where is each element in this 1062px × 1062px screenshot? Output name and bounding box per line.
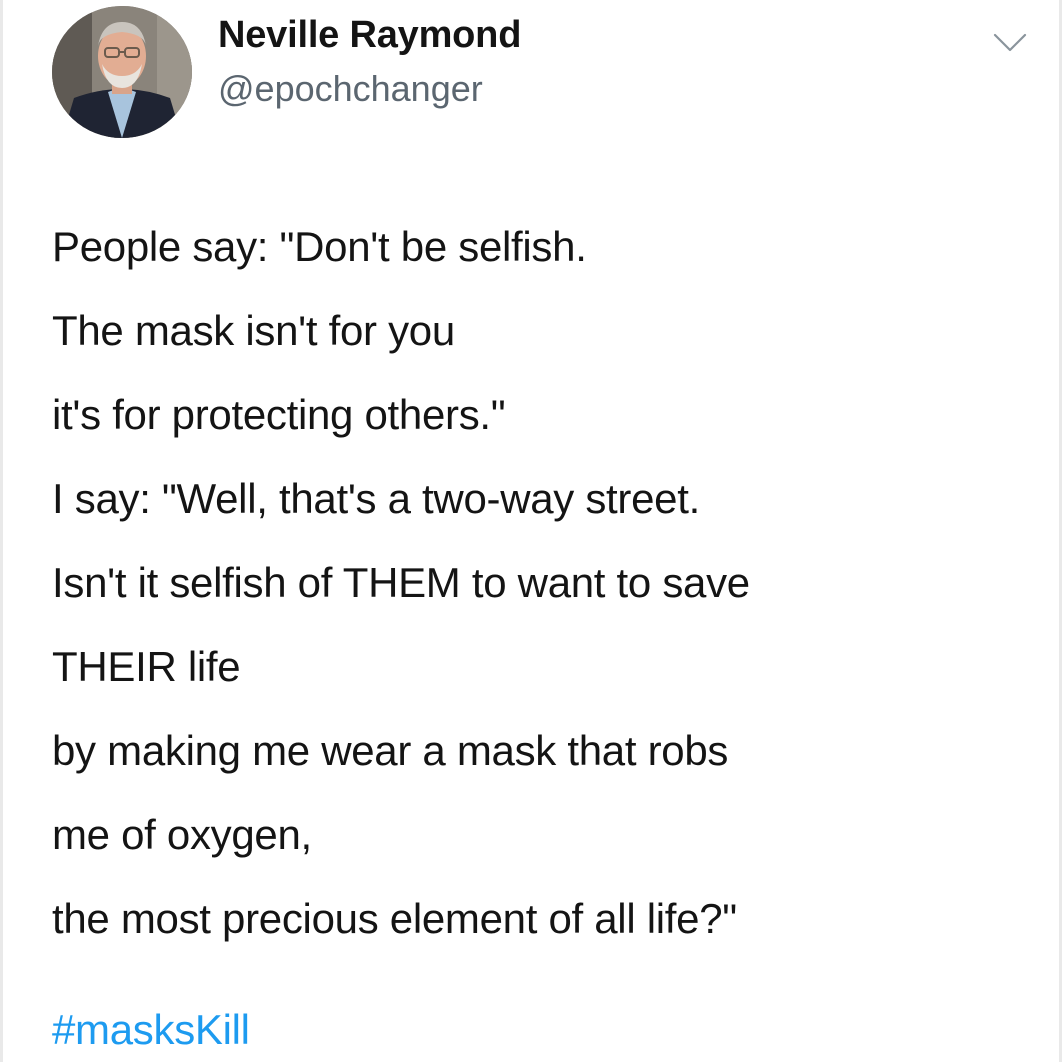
author-handle[interactable]: @epochchanger <box>218 68 483 110</box>
tweet-paragraph-1: People say: "Don't be selfish. The mask … <box>52 205 1042 457</box>
tweet-line: by making me wear a mask that robs <box>52 727 729 774</box>
tweet-line: I say: "Well, that's a two-way street. <box>52 475 700 522</box>
tweet-line: People say: "Don't be selfish. <box>52 223 587 270</box>
tweet-line: the most precious element of all life?" <box>52 895 737 942</box>
author-display-name[interactable]: Neville Raymond <box>218 14 521 57</box>
tweet-text: People say: "Don't be selfish. The mask … <box>52 205 1042 961</box>
tweet-line: Isn't it selfish of THEM to want to save <box>52 559 750 606</box>
tweet-line: THEIR life <box>52 643 241 690</box>
author-avatar[interactable] <box>52 6 192 138</box>
tweet-line: me of oxygen, <box>52 811 312 858</box>
hashtag-link[interactable]: #masksKill <box>52 1006 250 1054</box>
tweet-line: The mask isn't for you <box>52 307 455 354</box>
tweet-card: Neville Raymond @epochchanger People say… <box>0 0 1062 1062</box>
tweet-paragraph-2: I say: "Well, that's a two-way street. I… <box>52 457 1042 961</box>
profile-photo-icon <box>52 6 192 138</box>
tweet-line: it's for protecting others." <box>52 391 506 438</box>
chevron-down-icon[interactable] <box>992 30 1028 56</box>
